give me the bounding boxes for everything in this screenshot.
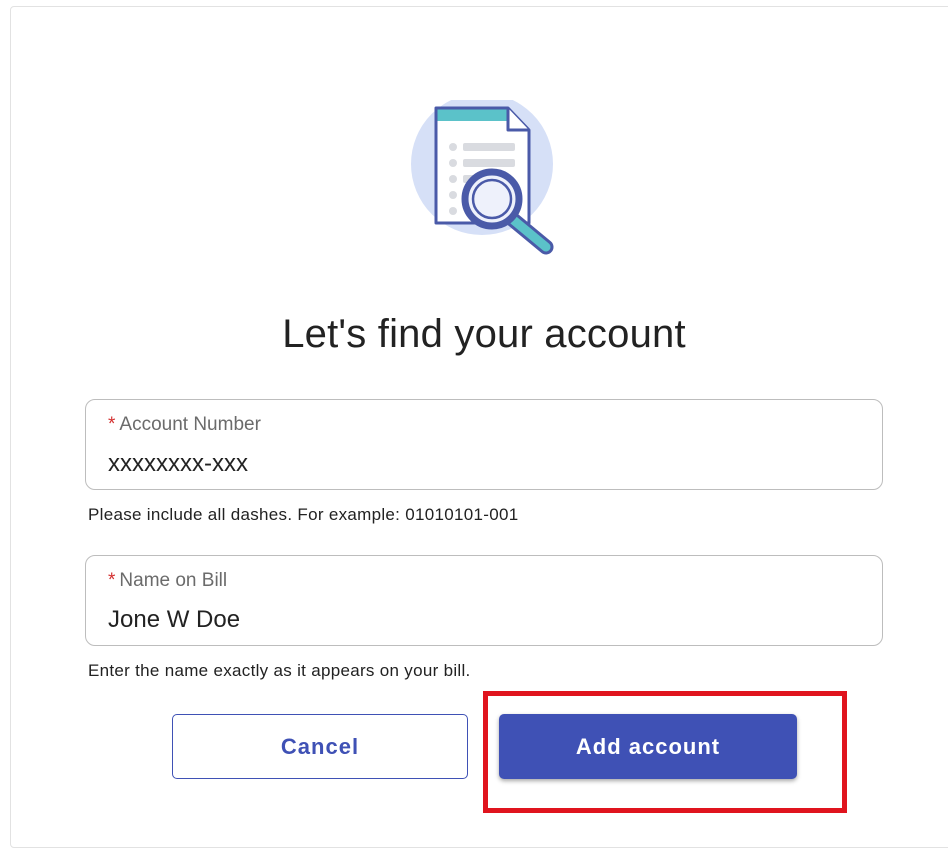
account-number-input[interactable]: [108, 450, 848, 478]
cancel-button[interactable]: Cancel: [172, 714, 468, 779]
name-on-bill-input[interactable]: [108, 606, 848, 634]
account-number-helper: Please include all dashes. For example: …: [88, 505, 519, 524]
required-marker: *: [108, 570, 116, 591]
account-number-label-text: Account Number: [119, 414, 261, 435]
account-number-field[interactable]: * Account Number: [85, 399, 883, 490]
name-on-bill-helper: Enter the name exactly as it appears on …: [88, 661, 471, 680]
document-search-icon: [408, 93, 568, 260]
required-marker: *: [108, 414, 116, 435]
account-number-label: * Account Number: [108, 414, 261, 436]
name-on-bill-label-text: Name on Bill: [119, 570, 228, 591]
name-on-bill-field[interactable]: * Name on Bill: [85, 555, 883, 646]
add-account-button[interactable]: Add account: [499, 714, 797, 779]
name-on-bill-label: * Name on Bill: [108, 570, 227, 592]
page-title: Let's find your account: [282, 312, 686, 356]
